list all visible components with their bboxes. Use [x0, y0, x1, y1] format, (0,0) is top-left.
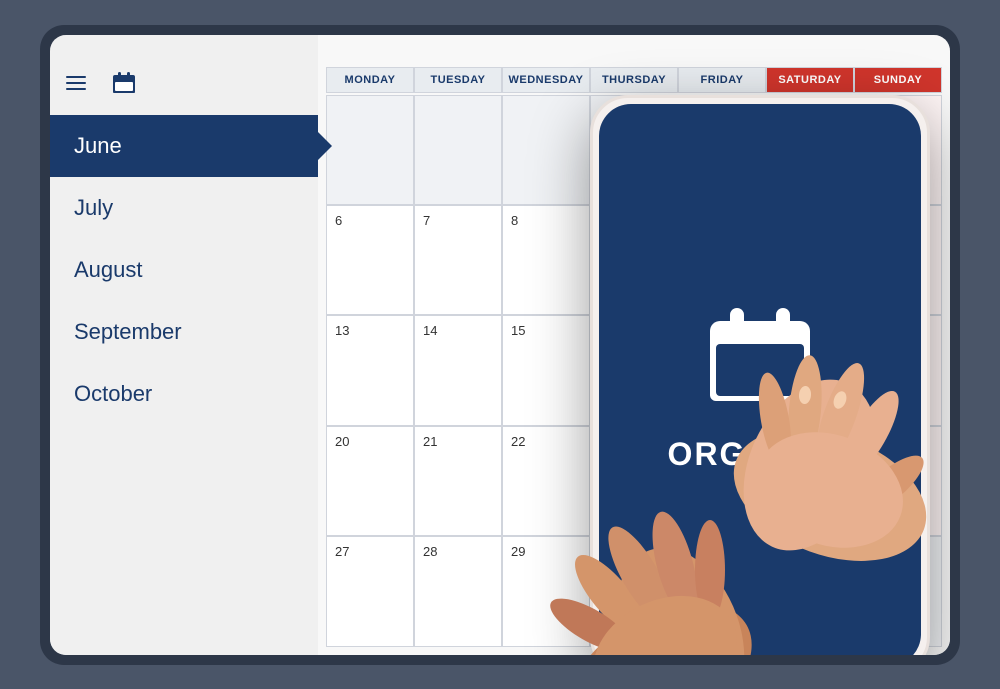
- header-monday: MONDAY: [326, 67, 414, 93]
- phone-device[interactable]: ORGANIZE: [590, 95, 930, 655]
- header-sunday: SUNDAY: [854, 67, 942, 93]
- header-saturday: SATURDAY: [766, 67, 854, 93]
- cal-cell: [326, 95, 414, 205]
- tablet-screen: June July August September October MONDA…: [50, 35, 950, 655]
- phone-calendar-icon: [700, 296, 820, 416]
- sidebar-item-july[interactable]: July: [50, 177, 318, 239]
- cal-cell: 7: [414, 205, 502, 315]
- main-content: MONDAY TUESDAY WEDNESDAY THURSDAY FRIDAY…: [318, 35, 950, 655]
- phone-frame: ORGANIZE: [590, 95, 930, 655]
- cal-cell: 6: [326, 205, 414, 315]
- hamburger-menu-button[interactable]: [66, 76, 86, 90]
- header-tuesday: TUESDAY: [414, 67, 502, 93]
- calendar-header-icon: [110, 69, 138, 97]
- cal-cell: 22: [502, 426, 590, 536]
- sidebar-item-august[interactable]: August: [50, 239, 318, 301]
- tablet-device: June July August September October MONDA…: [40, 25, 960, 665]
- cal-cell: 28: [414, 536, 502, 646]
- cal-cell: 13: [326, 315, 414, 425]
- cal-cell: 8: [502, 205, 590, 315]
- calendar-header: MONDAY TUESDAY WEDNESDAY THURSDAY FRIDAY…: [326, 67, 942, 93]
- header-thursday: THURSDAY: [590, 67, 678, 93]
- cal-cell: 27: [326, 536, 414, 646]
- cal-cell: 15: [502, 315, 590, 425]
- organize-label: ORGANIZE: [668, 436, 853, 473]
- cal-cell: [502, 95, 590, 205]
- sidebar-item-september[interactable]: September: [50, 301, 318, 363]
- header-wednesday: WEDNESDAY: [502, 67, 590, 93]
- sidebar: June July August September October: [50, 35, 318, 655]
- cal-cell: 14: [414, 315, 502, 425]
- cal-cell: 29: [502, 536, 590, 646]
- nav-arrow: [318, 132, 332, 160]
- sidebar-item-june[interactable]: June: [50, 115, 318, 177]
- cal-cell: 20: [326, 426, 414, 536]
- sidebar-item-october[interactable]: October: [50, 363, 318, 425]
- phone-screen: ORGANIZE: [599, 104, 921, 655]
- header-friday: FRIDAY: [678, 67, 766, 93]
- cal-cell: [414, 95, 502, 205]
- sidebar-header: [50, 59, 318, 107]
- cal-cell: 21: [414, 426, 502, 536]
